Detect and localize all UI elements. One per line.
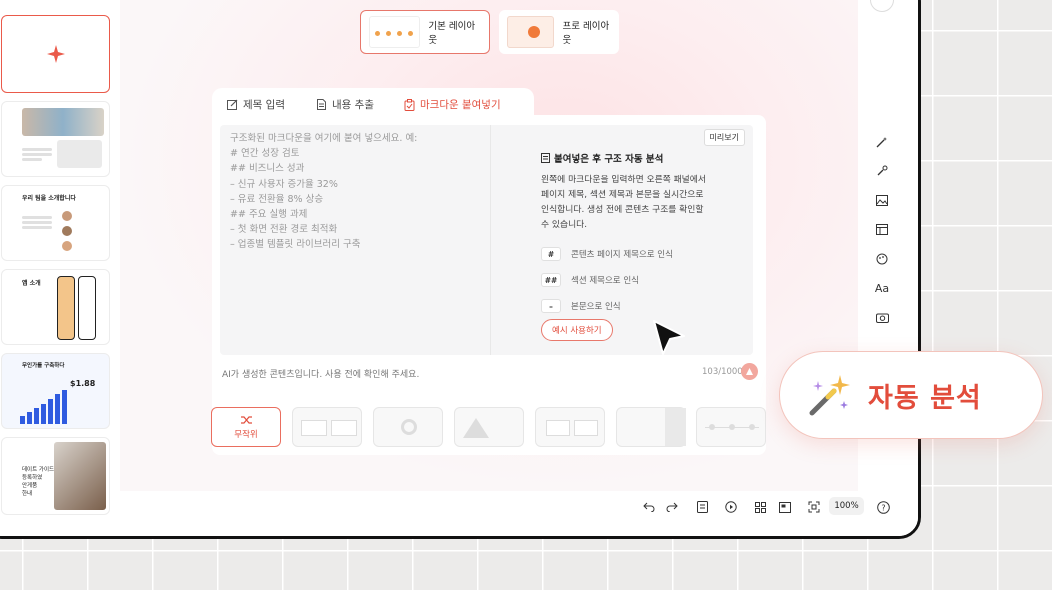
magic-wand-icon [809,375,850,416]
slide-thumb-5[interactable]: 무인가를 구축하다 $1.88 [1,353,110,429]
layout-basic-label: 기본 레이아웃 [428,21,476,46]
ai-disclaimer: AI가 생성한 콘텐츠입니다. 사용 전에 확인해 주세요. [222,370,420,380]
rule-text: 본문으로 인식 [571,302,621,312]
undo-icon[interactable] [640,498,658,516]
sparkle-icon [46,45,65,63]
rule-mark: ## [541,273,561,287]
template-option[interactable] [535,407,605,447]
slide-thumb-title: 우리 팀을 소개합니다 [22,195,76,202]
fit-screen-icon[interactable] [805,498,823,516]
rule-text: 콘텐츠 페이지 제목으로 인식 [571,250,673,260]
text-icon[interactable]: Aa [873,279,891,297]
slide-thumb-title: 무인가를 구축하다 [22,363,65,369]
triangle-icon [746,368,753,375]
slide-thumb-number: $1.88 [70,379,96,388]
slide-view-icon[interactable] [776,498,794,516]
layout-basic-button[interactable]: 기본 레이아웃 [360,10,490,54]
cursor-icon [653,320,685,355]
rule-item: ## 섹션 제목으로 인식 [541,273,673,287]
magic-wand-icon[interactable] [873,133,891,151]
preview-toggle[interactable]: 미리보기 [703,129,745,146]
document-icon [317,99,326,110]
rule-text: 섹션 제목으로 인식 [571,276,639,286]
layout-pro-label: 프로 레이아웃 [562,21,610,46]
edit-icon [227,99,238,110]
layout-basic-preview [369,16,421,48]
tab-markdown-paste[interactable]: 마크다운 붙여넣기 [404,97,501,112]
layout-pro-button[interactable]: 프로 레이아웃 [499,10,619,54]
tab-label: 내용 추출 [332,99,374,111]
tab-label: 제목 입력 [243,99,285,111]
avatar [62,226,72,236]
template-option[interactable] [373,407,443,447]
markdown-textarea[interactable]: 구조화된 마크다운을 여기에 붙여 넣으세요. 예: # 연간 성장 검토 ##… [220,125,490,355]
notes-icon[interactable] [693,498,711,516]
char-counter: 103/1000 [702,367,743,377]
grid-view-icon[interactable] [751,498,769,516]
auto-analysis-label: 자동 분석 [868,382,982,414]
clipboard-icon [404,98,415,111]
document-icon [541,153,550,163]
tab-label: 마크다운 붙여넣기 [420,99,501,111]
svg-text:?: ? [881,503,885,512]
template-option[interactable] [292,407,362,447]
panel-title-text: 붙여넣은 후 구조 자동 분석 [554,154,664,165]
pyramid-icon [463,418,489,438]
slide-thumb-text [22,146,52,163]
slide-thumb-image [54,442,106,510]
image-icon[interactable] [873,191,891,209]
tab-extract-content[interactable]: 내용 추출 [316,97,374,112]
play-icon[interactable] [722,498,740,516]
structure-preview-panel: 미리보기 붙여넣은 후 구조 자동 분석 왼쪽에 마크다운을 입력하면 오른쪽 … [490,125,753,355]
slide-thumb-2[interactable] [1,101,110,177]
redo-icon[interactable] [663,498,681,516]
avatar [62,211,72,221]
slide-thumb-title: 앱 소개 [22,280,41,287]
sparkle-pen-icon[interactable] [873,162,891,180]
layout-icon[interactable] [873,220,891,238]
generate-button[interactable] [741,363,758,380]
auto-analysis-callout: 자동 분석 [779,351,1043,439]
camera-icon[interactable] [873,308,891,326]
rule-item: # 콘텐츠 페이지 제목으로 인식 [541,247,673,261]
slide-thumb-title: 데이트 가이드 등록하였 안게품 한내 [22,467,55,497]
layout-pro-preview [507,16,555,48]
help-icon[interactable]: ? [874,498,892,516]
panel-title: 붙여넣은 후 구조 자동 분석 [541,151,663,165]
use-example-button[interactable]: 예시 사용하기 [541,319,613,341]
slide-thumb-image [22,108,104,136]
palette-icon[interactable] [873,250,891,268]
slide-thumb-3[interactable]: 우리 팀을 소개합니다 [1,185,110,261]
phone-mockup [57,276,75,340]
template-option[interactable] [454,407,524,447]
template-random-button[interactable]: 무작위 [211,407,281,447]
shuffle-icon [240,415,252,424]
rules-list: # 콘텐츠 페이지 제목으로 인식 ## 섹션 제목으로 인식 – 본문으로 인… [541,247,673,321]
template-option[interactable] [616,407,686,447]
bottom-toolbar [120,491,918,536]
zoom-level[interactable]: 100% [829,497,864,515]
right-toolbar [858,0,918,536]
slide-thumb-text [22,214,52,231]
template-option[interactable] [696,407,766,447]
template-random-label: 무작위 [234,429,258,440]
panel-description: 왼쪽에 마크다운을 입력하면 오른쪽 패널에서 페이지 제목, 섹션 제목과 본… [541,175,706,230]
slide-thumb-4[interactable]: 앱 소개 [1,269,110,345]
slides-panel: 우리 팀을 소개합니다 앱 소개 무인가를 구축하다 $1.88 데이트 가이드… [0,0,121,536]
rule-item: – 본문으로 인식 [541,299,673,313]
avatar [62,241,72,251]
slide-thumb-new[interactable] [1,15,110,93]
phone-mockup [78,276,96,340]
slide-thumb-image [57,140,102,168]
bar-chart-icon [20,390,67,424]
rule-mark: # [541,247,561,261]
slide-thumb-6[interactable]: 데이트 가이드 등록하였 안게품 한내 [1,437,110,515]
rule-mark: – [541,299,561,313]
tab-title-input[interactable]: 제목 입력 [227,97,285,112]
